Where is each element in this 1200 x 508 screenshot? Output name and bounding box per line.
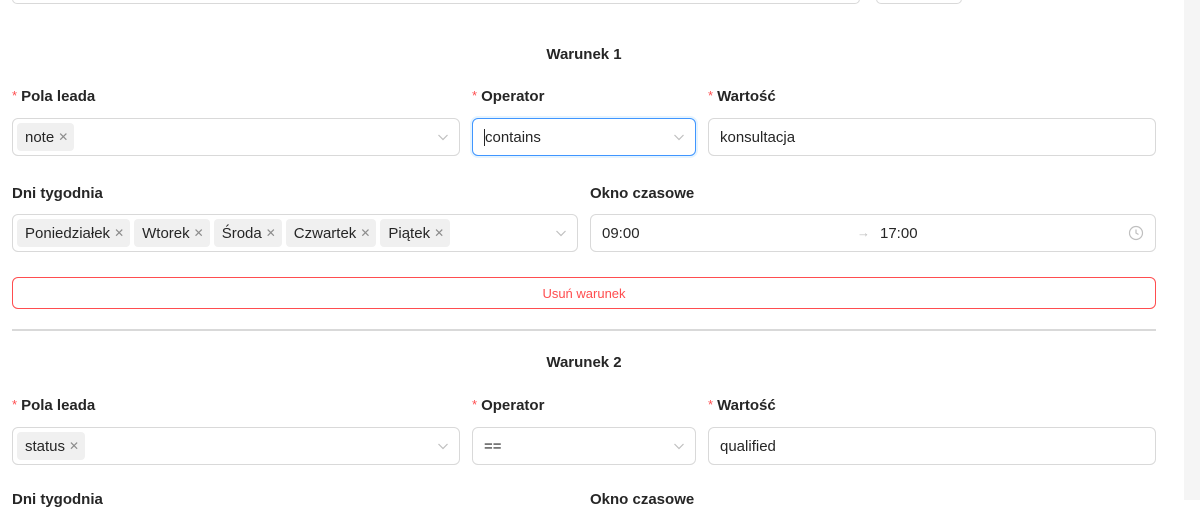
close-icon[interactable]: ✕ <box>114 226 124 240</box>
required-asterisk: * <box>12 88 18 103</box>
close-icon[interactable]: ✕ <box>58 130 68 144</box>
previous-input-edge <box>12 0 860 4</box>
required-asterisk: * <box>472 88 478 103</box>
close-icon[interactable]: ✕ <box>266 226 276 240</box>
day-tag: Poniedziałek ✕ <box>17 219 131 247</box>
day-tag: Środa ✕ <box>213 219 282 247</box>
time-end-input[interactable]: 17:00 <box>869 225 918 242</box>
close-icon[interactable]: ✕ <box>69 439 79 453</box>
lead-field-select[interactable]: note ✕ <box>12 118 460 156</box>
required-asterisk: * <box>472 397 478 412</box>
close-icon[interactable]: ✕ <box>194 226 204 240</box>
value-input[interactable]: qualified <box>708 427 1156 465</box>
chevron-down-icon <box>673 439 685 453</box>
previous-select-edge <box>876 0 962 4</box>
chevron-down-icon <box>437 439 449 453</box>
required-asterisk: * <box>12 397 18 412</box>
days-select[interactable]: Poniedziałek ✕ Wtorek ✕ Środa ✕ Czwartek ✕ P… <box>12 214 578 252</box>
operator-label: * Operator <box>472 88 545 105</box>
day-tag: Piątek ✕ <box>380 219 451 247</box>
condition-title: Warunek 1 <box>546 46 622 63</box>
lead-field-label: * Pola leada <box>12 397 96 414</box>
value-label: * Wartość <box>708 88 776 105</box>
days-label: Dni tygodnia <box>12 185 103 202</box>
chevron-down-icon <box>555 226 567 240</box>
condition-title: Warunek 2 <box>546 354 622 371</box>
remove-condition-button[interactable]: Usuń warunek <box>12 277 1156 309</box>
operator-label: * Operator <box>472 397 545 414</box>
required-asterisk: * <box>708 397 714 412</box>
day-tag: Czwartek ✕ <box>285 219 377 247</box>
operator-select[interactable]: == <box>472 427 696 465</box>
selected-tag: note ✕ <box>17 123 75 151</box>
chevron-down-icon <box>673 130 685 144</box>
close-icon[interactable]: ✕ <box>434 226 444 240</box>
required-asterisk: * <box>708 88 714 103</box>
scrollbar[interactable] <box>1184 0 1200 500</box>
lead-field-label: * Pola leada <box>12 88 96 105</box>
selected-tag: status ✕ <box>17 432 86 460</box>
day-tag: Wtorek ✕ <box>134 219 210 247</box>
lead-field-select[interactable]: status ✕ <box>12 427 460 465</box>
value-input[interactable]: konsultacja <box>708 118 1156 156</box>
time-window-label: Okno czasowe <box>590 185 695 202</box>
chevron-down-icon <box>437 130 449 144</box>
operator-select[interactable]: contains <box>472 118 696 156</box>
value-label: * Wartość <box>708 397 776 414</box>
condition-divider <box>12 329 1156 331</box>
clock-icon <box>1128 225 1144 246</box>
time-start-input[interactable]: 09:00 <box>591 225 640 242</box>
close-icon[interactable]: ✕ <box>360 226 370 240</box>
time-range-picker[interactable]: 09:00 → 17:00 <box>590 214 1156 252</box>
